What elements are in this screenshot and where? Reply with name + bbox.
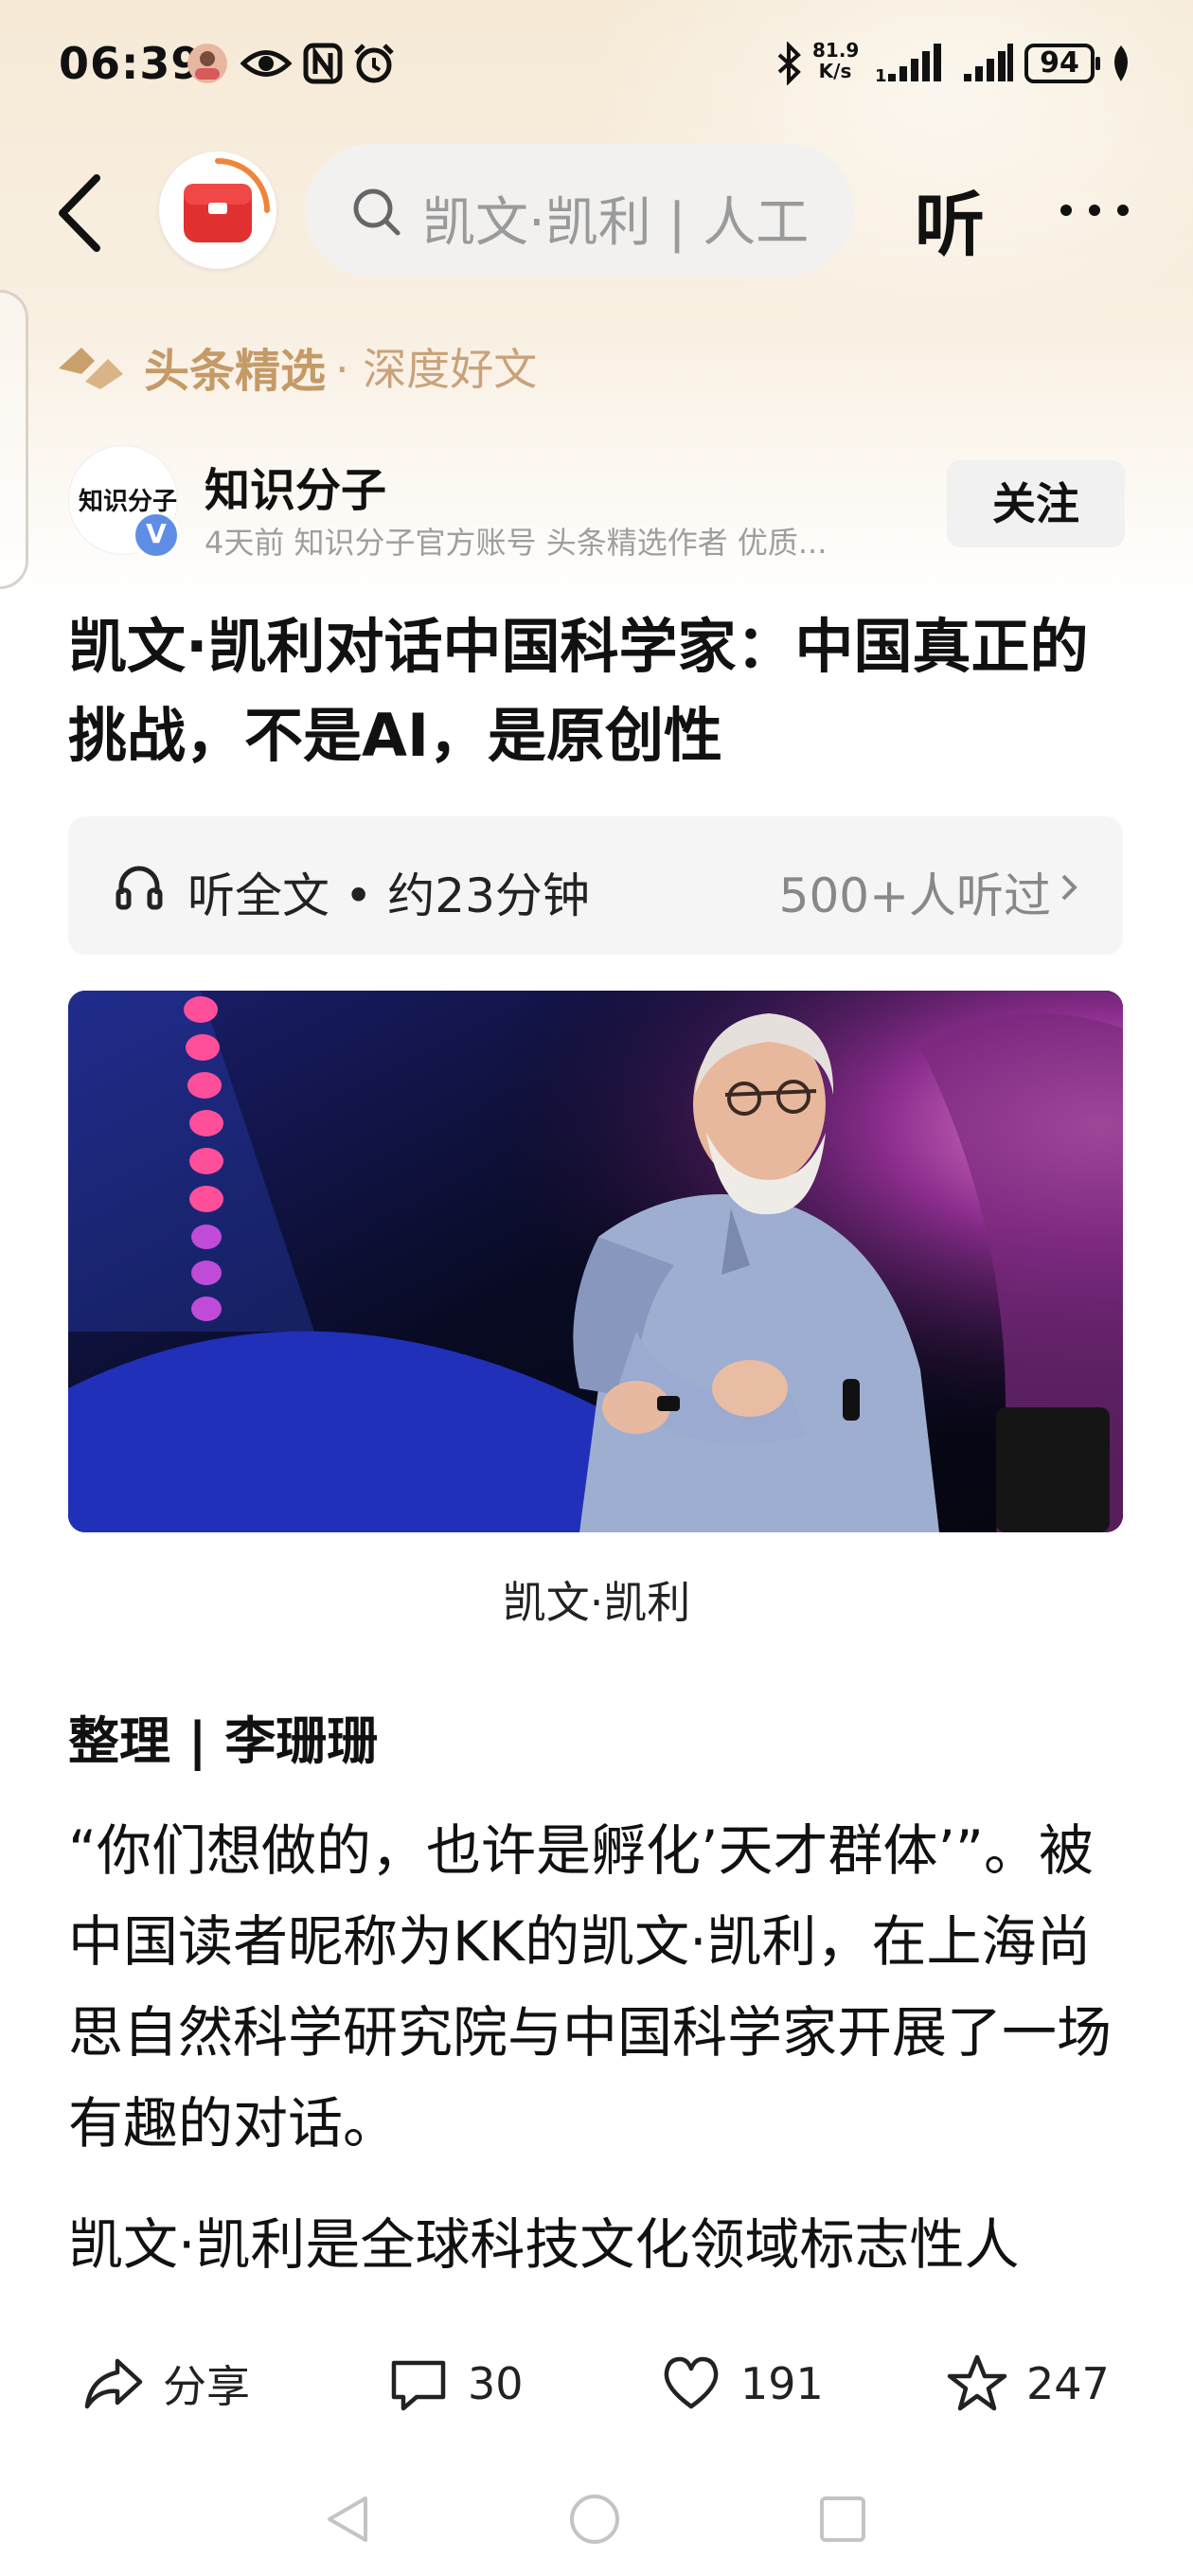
net-speed: 81.9 K/s [812,39,860,82]
system-nav-bar [0,2443,1193,2576]
article-image[interactable] [68,991,1123,1532]
share-button[interactable]: 分享 [83,2351,250,2417]
listen-button[interactable]: 听 [915,169,985,270]
nfc-icon [303,42,343,85]
battery-icon: 94 [1024,44,1100,83]
listen-duration: 听全文 • 约23分钟 [187,868,590,923]
svg-text:1: 1 [875,66,887,85]
favorite-count: 247 [1026,2358,1110,2409]
featured-badge: 头条精选 · 深度好文 [53,333,537,400]
author-meta: 4天前 知识分子官方账号 头条精选作者 优质... [205,525,828,561]
featured-logo-icon [59,348,123,389]
comment-button[interactable]: 30 [388,2351,524,2417]
back-button[interactable] [53,170,110,256]
featured-sub: · 深度好文 [335,344,538,395]
favorite-button[interactable]: 247 [947,2351,1110,2417]
author-name[interactable]: 知识分子 [205,453,386,519]
heart-icon [664,2356,719,2409]
net-speed-value: 81.9 [812,39,860,62]
listen-full-card[interactable]: 听全文 • 约23分钟 500+人听过 [68,816,1123,955]
back-triangle-icon[interactable] [322,2493,375,2546]
side-drawer-handle[interactable] [0,290,28,589]
eye-icon [240,42,293,85]
alarm-icon [352,42,396,85]
bluetooth-icon [775,41,803,86]
article-action-bar: 分享 30 191 247 [0,2320,1193,2443]
search-bar[interactable]: 凯文·凯利 | 人工 [305,144,854,277]
signal-icon: 1 [875,42,945,86]
article-paragraph: 凯文·凯利是全球科技文化领域标志性人 [68,2212,1020,2277]
comment-count: 30 [468,2358,524,2409]
more-icon [1060,205,1129,216]
leaf-icon [1108,42,1134,85]
more-button[interactable] [1057,201,1132,220]
listen-count: 500+人听过 [778,868,1051,923]
back-icon [59,174,100,252]
article-paragraph: “你们想做的，也许是孵化’天才群体’”。被中国读者昵称为KK的凯文·凯利，在上海… [68,1818,1113,2156]
verified-icon: V [133,511,180,559]
like-button[interactable]: 191 [661,2351,824,2417]
follow-button[interactable]: 关注 [947,460,1125,547]
like-count: 191 [740,2358,824,2409]
net-speed-unit: K/s [818,60,852,82]
article-editor: 整理 | 李珊珊 [68,1711,379,1771]
featured-name: 头条精选 [144,345,327,398]
image-caption: 凯文·凯利 [502,1577,691,1628]
article-title: 凯文·凯利对话中国科学家：中国真正的挑战，不是AI，是原创性 [68,612,1089,770]
home-circle-icon[interactable] [568,2493,621,2546]
chevron-right-icon [1061,874,1077,901]
share-label: 分享 [163,2361,250,2412]
speaker-photo [68,991,1123,1532]
recents-square-icon[interactable] [816,2493,869,2546]
comment-icon [391,2360,446,2411]
share-icon [84,2358,143,2409]
headphones-icon [116,866,163,910]
app-logo-icon [184,158,270,242]
star-icon [947,2354,1007,2411]
app-logo-button[interactable] [159,152,276,269]
search-icon [353,188,401,236]
status-time: 06:39 [59,38,203,89]
signal-icon-2 [962,42,1015,85]
search-text: 凯文·凯利 | 人工 [422,192,810,254]
avatar-icon [186,42,229,85]
status-bar: 06:39 81.9 K/s 1 94 [0,0,1193,133]
